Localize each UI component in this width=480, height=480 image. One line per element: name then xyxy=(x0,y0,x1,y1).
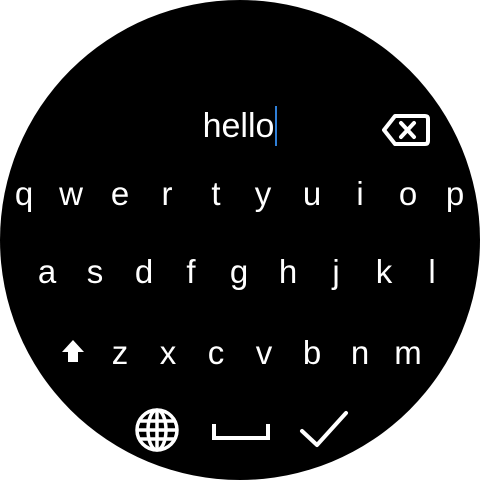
key-j[interactable]: j xyxy=(316,248,356,296)
key-o[interactable]: o xyxy=(388,170,428,218)
key-w[interactable]: w xyxy=(51,170,91,218)
language-key[interactable] xyxy=(131,404,183,456)
key-g[interactable]: g xyxy=(219,248,259,296)
key-n[interactable]: n xyxy=(340,329,380,377)
key-i[interactable]: i xyxy=(340,170,380,218)
key-r[interactable]: r xyxy=(147,170,187,218)
text-input-field[interactable]: hello xyxy=(150,100,330,152)
input-text: hello xyxy=(202,107,275,145)
key-t[interactable]: t xyxy=(196,170,236,218)
key-d[interactable]: d xyxy=(124,248,164,296)
shift-key[interactable] xyxy=(56,334,90,368)
key-f[interactable]: f xyxy=(171,248,211,296)
key-b[interactable]: b xyxy=(292,329,332,377)
done-key[interactable] xyxy=(296,404,352,454)
key-e[interactable]: e xyxy=(100,170,140,218)
watch-keyboard-screen: hello qwertyuiop asdfghjkl zxcvbnm xyxy=(0,0,480,480)
backspace-button[interactable] xyxy=(380,110,432,150)
key-y[interactable]: y xyxy=(243,170,283,218)
text-cursor xyxy=(275,106,278,146)
key-z[interactable]: z xyxy=(100,329,140,377)
key-x[interactable]: x xyxy=(148,329,188,377)
backspace-icon xyxy=(382,114,430,146)
key-l[interactable]: l xyxy=(412,248,452,296)
key-a[interactable]: a xyxy=(27,248,67,296)
spacebar-icon xyxy=(212,424,270,440)
key-p[interactable]: p xyxy=(435,170,475,218)
key-k[interactable]: k xyxy=(364,248,404,296)
key-c[interactable]: c xyxy=(196,329,236,377)
key-h[interactable]: h xyxy=(268,248,308,296)
checkmark-icon xyxy=(300,411,348,447)
key-v[interactable]: v xyxy=(244,329,284,377)
key-s[interactable]: s xyxy=(75,248,115,296)
space-key[interactable] xyxy=(208,414,274,448)
key-u[interactable]: u xyxy=(292,170,332,218)
globe-icon xyxy=(135,408,179,452)
shift-arrow-icon xyxy=(62,340,84,362)
key-q[interactable]: q xyxy=(4,170,44,218)
key-m[interactable]: m xyxy=(388,329,428,377)
